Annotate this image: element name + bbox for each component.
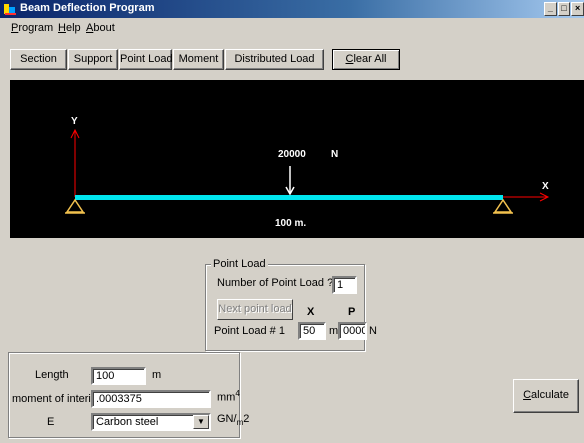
distributed-load-button[interactable]: Distributed Load bbox=[225, 49, 324, 70]
menu-program[interactable]: Program bbox=[11, 22, 53, 34]
elastic-modulus-unit: GN/m2 bbox=[217, 413, 250, 428]
point-load-p-input[interactable]: 0000 bbox=[338, 322, 367, 340]
left-support-icon bbox=[65, 198, 85, 213]
point-load-p-unit: N bbox=[369, 325, 377, 337]
point-load-group-title: Point Load bbox=[211, 258, 268, 270]
point-load-count-label: Number of Point Load ? bbox=[217, 277, 334, 289]
section-properties-group: Length 100 m moment of interia .0003375 … bbox=[8, 352, 249, 438]
point-load-x-input[interactable]: 50 bbox=[298, 322, 326, 340]
beam-diagram: Y X 20000 N 100 m. bbox=[65, 116, 550, 229]
minimize-button[interactable]: _ bbox=[544, 2, 557, 16]
moment-button[interactable]: Moment bbox=[173, 49, 224, 70]
menu-help[interactable]: Help bbox=[58, 22, 81, 34]
inertia-unit: mm4 bbox=[217, 389, 240, 404]
close-button[interactable]: × bbox=[571, 2, 584, 16]
elastic-modulus-label: E bbox=[47, 416, 55, 428]
point-load-row-label: Point Load # 1 bbox=[214, 325, 285, 337]
beam bbox=[75, 195, 503, 200]
right-support-icon bbox=[493, 198, 513, 213]
point-load-x-unit: m bbox=[329, 325, 339, 337]
chevron-down-icon[interactable]: ▼ bbox=[193, 415, 209, 429]
load-value-label: 20000 bbox=[278, 149, 306, 160]
length-label: Length bbox=[35, 369, 69, 381]
title-bar[interactable]: Beam Deflection Program _ □ × bbox=[0, 0, 584, 18]
y-axis-label: Y bbox=[71, 116, 78, 127]
maximize-button[interactable]: □ bbox=[557, 2, 571, 16]
p-column-header: P bbox=[348, 306, 356, 318]
point-load-button[interactable]: Point Load bbox=[119, 49, 173, 70]
app-icon bbox=[4, 4, 16, 15]
window-controls: _ □ × bbox=[544, 2, 584, 16]
length-input[interactable]: 100 bbox=[91, 367, 146, 385]
support-button[interactable]: Support bbox=[68, 49, 118, 70]
menu-bar: Program Help About bbox=[0, 18, 584, 44]
length-unit: m bbox=[152, 369, 162, 381]
inertia-input[interactable]: .0003375 bbox=[91, 390, 211, 408]
x-axis-label: X bbox=[542, 181, 549, 192]
clear-all-button[interactable]: Clear All bbox=[332, 49, 400, 70]
window-title: Beam Deflection Program bbox=[20, 2, 155, 14]
x-column-header: X bbox=[307, 306, 315, 318]
beam-length-label: 100 m. bbox=[275, 218, 306, 229]
beam-diagram-canvas[interactable]: Y X 20000 N 100 m. bbox=[10, 80, 584, 238]
menu-about[interactable]: About bbox=[86, 22, 115, 34]
inertia-label: moment of interia bbox=[12, 393, 97, 405]
calculate-button[interactable]: Calculate bbox=[513, 379, 579, 413]
material-select[interactable]: Carbon steel ▼ bbox=[91, 413, 211, 431]
point-load-group: Point Load Number of Point Load ? 1 Next… bbox=[205, 258, 377, 351]
point-load-count-input[interactable]: 1 bbox=[332, 276, 357, 294]
section-button[interactable]: Section bbox=[10, 49, 67, 70]
next-point-load-button[interactable]: Next point load bbox=[217, 299, 293, 320]
load-unit-label: N bbox=[331, 149, 338, 160]
